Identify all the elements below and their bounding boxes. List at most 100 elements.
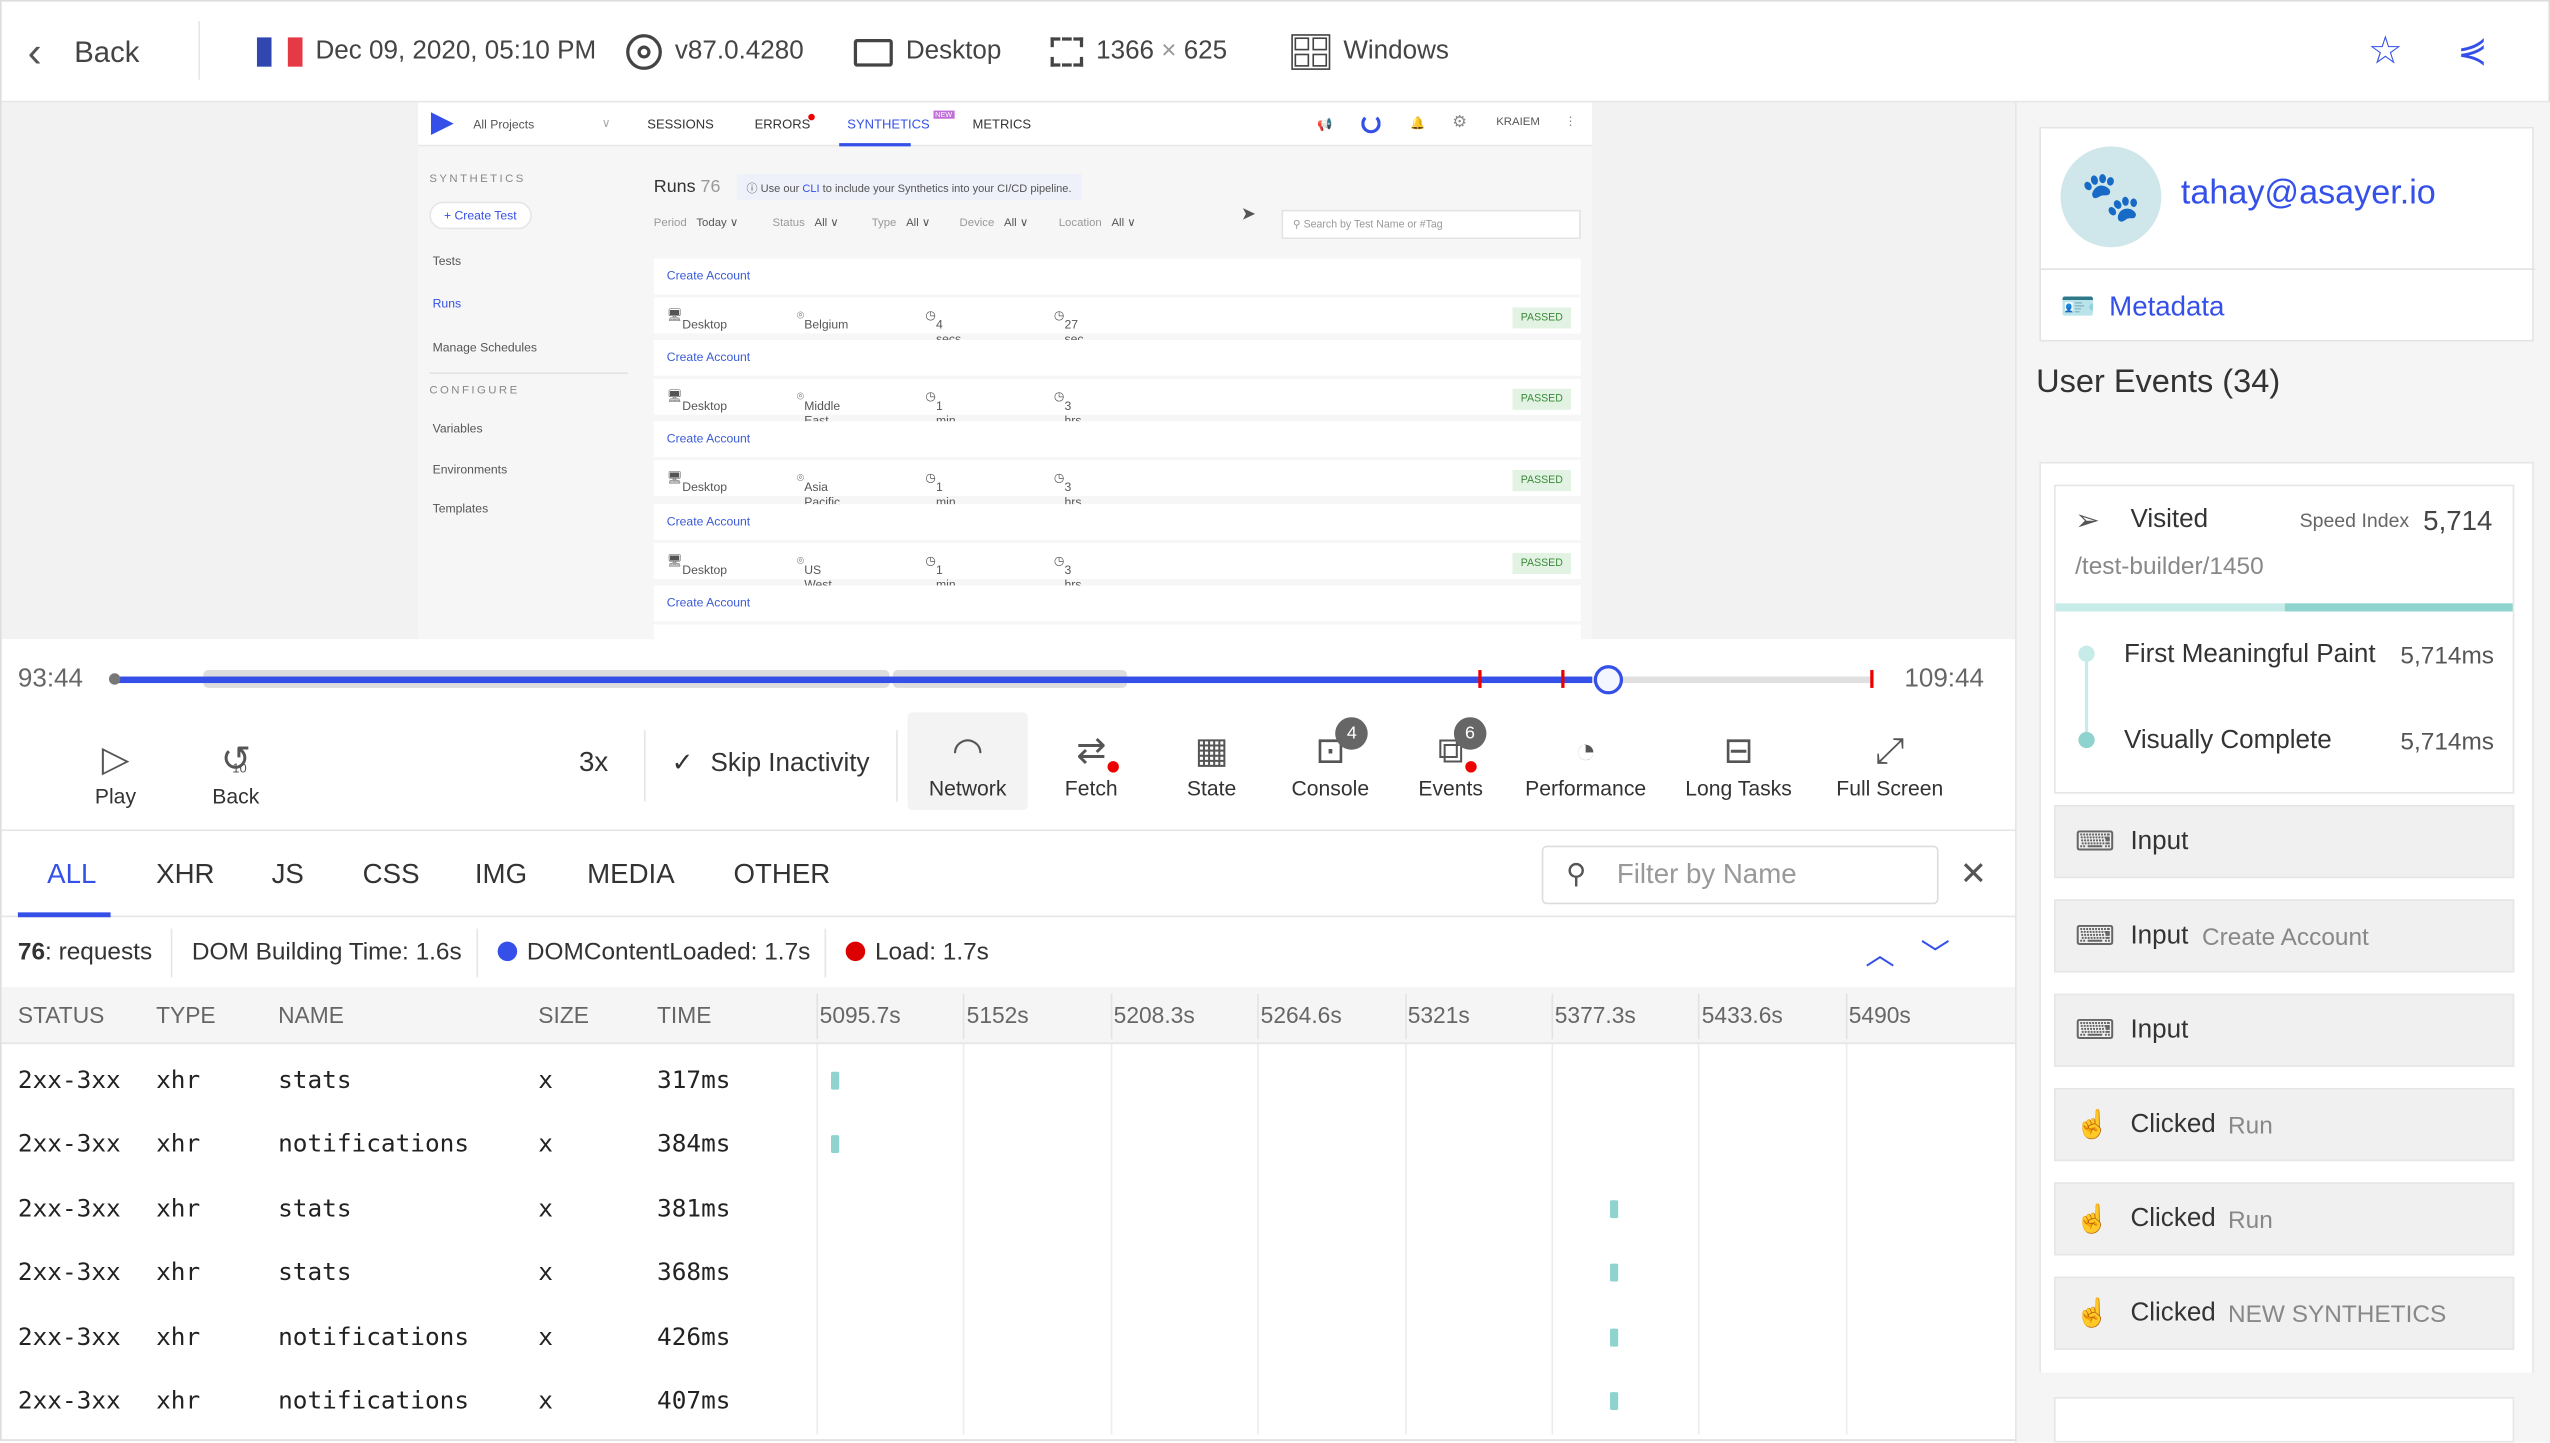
nav-metrics[interactable]: METRICS xyxy=(973,117,1032,132)
bell-icon[interactable]: 🔔 xyxy=(1410,115,1425,130)
user-name[interactable]: KRAIEM xyxy=(1496,117,1540,128)
filter-by-name-input[interactable]: ⚲ Filter by Name xyxy=(1541,845,1939,905)
run-item[interactable]: Create Account 🖥 Desktop ⌾ US West (N. C… xyxy=(653,503,1581,621)
sidebar-schedules[interactable]: Manage Schedules xyxy=(433,340,537,355)
run-device: 🖥 Desktop xyxy=(666,307,728,332)
sidebar-templates[interactable]: Templates xyxy=(433,501,489,516)
table-row[interactable]: 2xx-3xx xhr stats x 368ms xyxy=(2,1241,2015,1304)
timeline-progress xyxy=(112,676,1592,684)
grid-icon: ▦ xyxy=(1194,730,1229,771)
error-dot xyxy=(1465,761,1477,773)
tool-network-button[interactable]: ◠ Network xyxy=(907,712,1028,810)
tab-media[interactable]: MEDIA xyxy=(587,859,675,892)
run-title[interactable]: Create Account xyxy=(653,340,1581,376)
create-test-button[interactable]: + Create Test xyxy=(429,201,532,230)
speed-button[interactable]: 3x xyxy=(579,746,608,779)
run-title[interactable]: Create Account xyxy=(653,258,1581,295)
table-row[interactable]: 2xx-3xx xhr notifications x 426ms xyxy=(2,1305,2015,1368)
run-title[interactable]: Create Account xyxy=(653,585,1581,621)
run-title[interactable]: Create Account xyxy=(653,421,1581,458)
skip-inactivity-toggle[interactable]: ✓ Skip Inactivity xyxy=(672,746,870,779)
section-label: CONFIGURE xyxy=(429,385,520,397)
check-icon: ✓ xyxy=(671,749,694,778)
back-button[interactable]: ‹ Back xyxy=(28,2,140,103)
run-item[interactable]: Create Account xyxy=(653,585,1581,640)
pointer-hand-icon: ☝ xyxy=(2075,1297,2110,1329)
project-select[interactable]: All Projects xyxy=(473,117,534,132)
run-device: 🖥 Desktop xyxy=(666,552,728,577)
logo-icon xyxy=(430,112,454,135)
new-badge: NEW xyxy=(933,110,954,119)
waterfall-tick: 5321s xyxy=(1407,1001,1470,1028)
tab-img[interactable]: IMG xyxy=(475,859,527,892)
nav-errors[interactable]: ERRORS xyxy=(755,117,811,132)
tool-full-screen-button[interactable]: ⤢ Full Screen xyxy=(1830,712,1950,810)
network-summary: 76: requests DOM Building Time: 1.6s DOM… xyxy=(2,919,2015,987)
announcement-icon[interactable]: 📢 xyxy=(1317,117,1332,132)
back-10-button[interactable]: ↺ 10 Back xyxy=(203,717,268,808)
tool-long-tasks-button[interactable]: ⊟ Long Tasks xyxy=(1677,712,1801,810)
run-ago: ◷ 27 sec ago xyxy=(1053,307,1085,361)
run-title[interactable]: Create Account xyxy=(653,503,1581,540)
tool-fetch-button[interactable]: ⇄ Fetch xyxy=(1031,712,1151,810)
chevron-up-icon[interactable]: ︿ xyxy=(1865,932,1894,974)
event-item[interactable]: ☝ Clicked Run xyxy=(2054,1087,2515,1162)
tab-all[interactable]: ALL xyxy=(47,859,96,892)
run-ago: ◷ 3 hrs ago xyxy=(1053,470,1085,525)
table-row[interactable]: 2xx-3xx xhr notifications x 407ms xyxy=(2,1369,2015,1432)
waterfall-tick: 5433.6s xyxy=(1701,1001,1783,1028)
terminal-icon: ⊡ 4 xyxy=(1315,717,1369,769)
test-search-input[interactable]: ⚲ Search by Test Name or #Tag xyxy=(1281,209,1581,240)
wifi-icon: ◠ xyxy=(952,730,984,771)
event-item[interactable]: ⌨ Input Create Account xyxy=(2054,899,2515,973)
puzzle-icon: ⧉ 6 xyxy=(1438,717,1487,773)
star-icon[interactable]: ☆ xyxy=(2368,28,2403,75)
count-badge: 6 xyxy=(1453,717,1487,750)
run-item[interactable]: Create Account 🖥 Desktop ⌾ Belgium ◷ 4 s… xyxy=(653,258,1581,361)
tool-events-button[interactable]: ⧉ 6 Events xyxy=(1390,712,1510,810)
event-item[interactable]: ☝ Clicked Run xyxy=(2054,1182,2515,1256)
sidebar-environments[interactable]: Environments xyxy=(433,462,508,477)
tab-xhr[interactable]: XHR xyxy=(156,859,214,892)
user-events-title: User Events (34) xyxy=(2036,364,2281,401)
expand-icon: ⤢ xyxy=(1875,730,1905,771)
event-item[interactable]: ⌨ Input xyxy=(2054,993,2515,1067)
tab-other[interactable]: OTHER xyxy=(733,859,830,892)
waterfall-bar xyxy=(1610,1392,1619,1411)
sidebar-variables[interactable]: Variables xyxy=(433,421,483,436)
table-row[interactable]: 2xx-3xx xhr stats x 381ms xyxy=(2,1177,2015,1240)
resolution: 1366 × 625 xyxy=(1096,37,1228,66)
run-ago: ◷ 3 hrs ago xyxy=(1053,552,1085,606)
run-item[interactable]: Create Account 🖥 Desktop ⌾ Asia Pacific … xyxy=(653,421,1581,525)
close-icon[interactable]: ✕ xyxy=(1960,854,1987,895)
sidebar-runs[interactable]: Runs xyxy=(433,296,461,311)
rewind-icon: ↺ 10 xyxy=(220,738,251,779)
visited-path: /test-builder/1450 xyxy=(2075,552,2264,581)
table-row[interactable]: 2xx-3xx xhr notifications x 384ms xyxy=(2,1113,2015,1176)
play-button[interactable]: ▷ Play xyxy=(83,717,148,808)
timeline-scrubber[interactable] xyxy=(1593,665,1623,695)
tool-console-button[interactable]: ⊡ 4 Console xyxy=(1270,712,1390,810)
tab-js[interactable]: JS xyxy=(272,859,304,892)
tool-performance-button[interactable]: ◔ Performance xyxy=(1524,712,1648,810)
sidebar-tests[interactable]: Tests xyxy=(433,254,461,269)
metadata-button[interactable]: 🪪 Metadata xyxy=(2061,291,2225,324)
runs-title: Runs 76 xyxy=(653,177,721,197)
event-item[interactable]: ⌨ Input xyxy=(2054,805,2515,879)
briefcase-clock-icon: ⊟ xyxy=(1723,730,1754,771)
table-row[interactable]: 2xx-3xx xhr stats x 317ms xyxy=(2,1049,2015,1112)
gear-icon[interactable]: ⚙ xyxy=(1452,114,1467,132)
run-item[interactable]: Create Account 🖥 Desktop ⌾ Middle East (… xyxy=(653,340,1581,443)
event-item[interactable]: ☝ Clicked NEW SYNTHETICS xyxy=(2054,1276,2515,1350)
nav-sessions[interactable]: SESSIONS xyxy=(647,117,714,132)
section-label: SYNTHETICS xyxy=(429,174,526,186)
tab-css[interactable]: CSS xyxy=(363,859,420,892)
dom-building-time: DOM Building Time: 1.6s xyxy=(191,938,462,967)
share-icon[interactable]: ⋞ xyxy=(2457,29,2487,71)
tool-state-button[interactable]: ▦ State xyxy=(1151,712,1271,810)
chevron-down-icon[interactable]: ﹀ xyxy=(1921,932,1950,974)
user-email[interactable]: tahay@asayer.io xyxy=(2181,174,2436,213)
nav-synthetics[interactable]: SYNTHETICS xyxy=(847,117,929,132)
visited-event[interactable]: ➢ Visited Speed Index 5,714 /test-builde… xyxy=(2054,484,2515,794)
run-location: ⌾ US West (N. Cal... xyxy=(796,552,833,620)
